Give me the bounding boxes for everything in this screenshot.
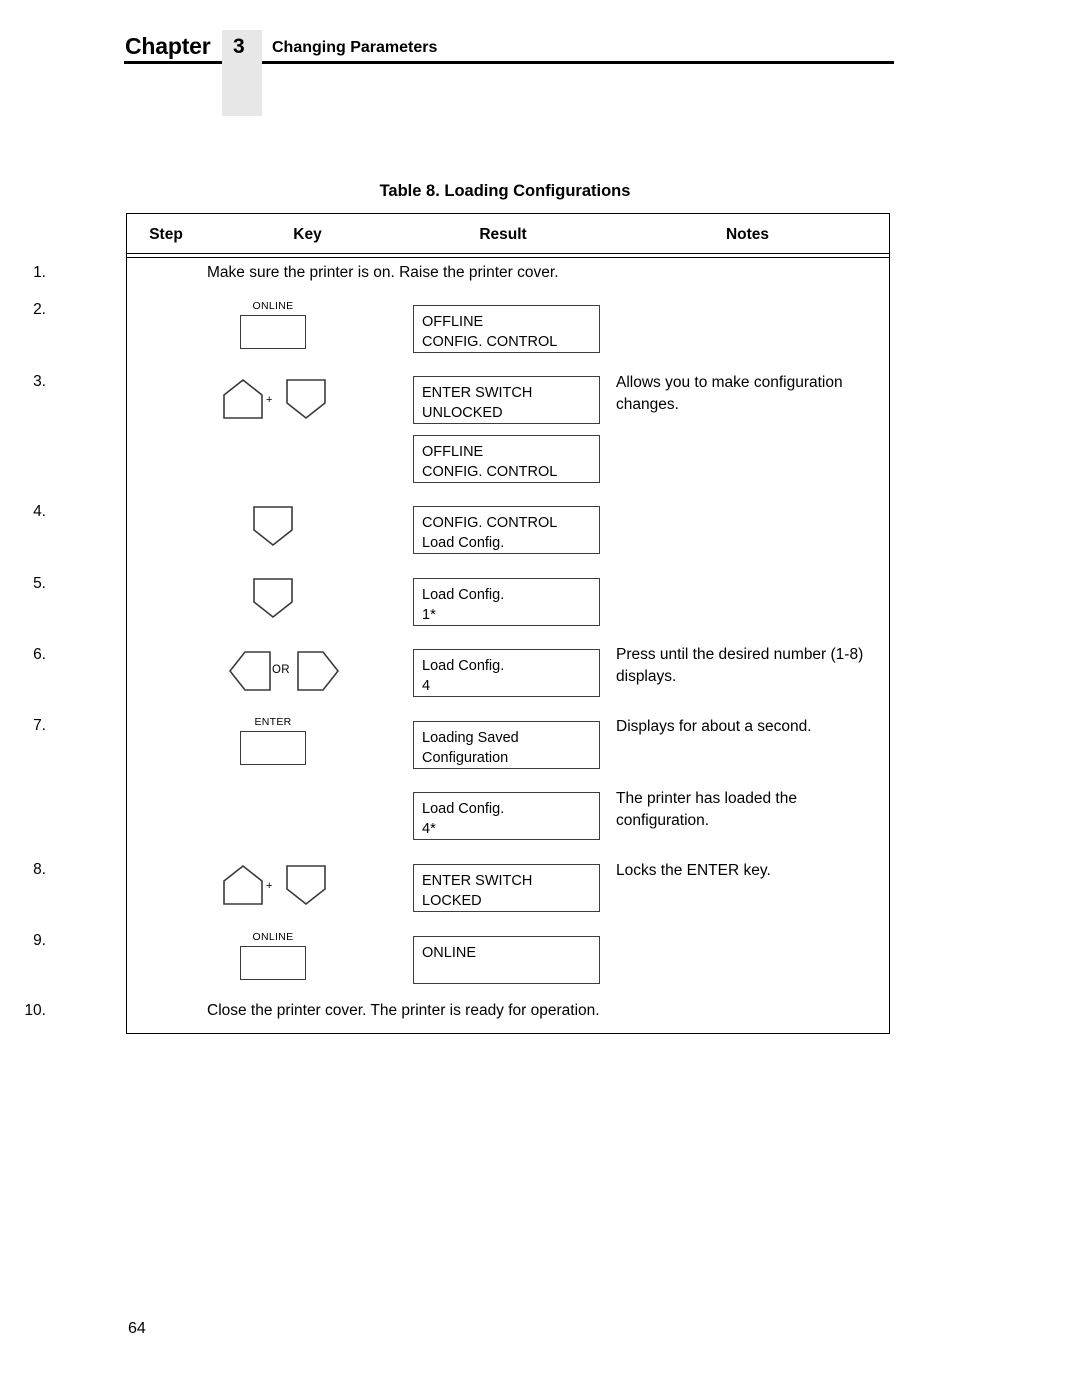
step-fulltext: Close the printer cover. The printer is … (207, 1002, 600, 1019)
result-display: ENTER SWITCH LOCKED (413, 864, 600, 912)
step-number: 2. (33, 301, 46, 318)
result-line: Load Config. (422, 658, 505, 674)
result-display: OFFLINE CONFIG. CONTROL (413, 435, 600, 483)
column-header-step: Step (149, 226, 183, 243)
result-line: ENTER SWITCH (422, 873, 533, 889)
result-line: ENTER SWITCH (422, 385, 533, 401)
chapter-subject: Changing Parameters (272, 39, 438, 56)
result-line: Loading Saved (422, 730, 519, 746)
step-number: 5. (33, 575, 46, 592)
result-display: OFFLINE CONFIG. CONTROL (413, 305, 600, 353)
page-number: 64 (128, 1320, 146, 1337)
step-number: 3. (33, 373, 46, 390)
column-header-notes: Notes (725, 226, 770, 243)
step-number: 6. (33, 646, 46, 663)
header-rule-left (124, 61, 222, 64)
up-arrow-key[interactable] (222, 864, 264, 906)
result-display: ONLINE (413, 936, 600, 984)
step-number: 7. (33, 717, 46, 734)
result-line: CONFIG. CONTROL (422, 333, 558, 350)
plus-sign: + (266, 394, 273, 406)
result-display: Loading Saved Configuration (413, 721, 600, 769)
chapter-word: Chapter (125, 33, 211, 59)
step-number: 4. (33, 503, 46, 520)
step-fulltext: Make sure the printer is on. Raise the p… (207, 264, 559, 281)
result-line: OFFLINE (422, 314, 484, 330)
result-line: 1* (422, 606, 436, 623)
result-line: Load Config. (422, 801, 505, 817)
online-key-button[interactable] (240, 315, 306, 349)
step-number: 1. (33, 264, 46, 281)
step-number: 9. (33, 932, 46, 949)
right-arrow-key[interactable] (296, 650, 340, 692)
result-line: 4* (422, 820, 436, 837)
left-arrow-key[interactable] (228, 650, 272, 692)
enter-key-label: ENTER (254, 716, 292, 728)
result-display: Load Config. 1* (413, 578, 600, 626)
result-line: Load Config. (422, 587, 505, 603)
result-line: Load Config. (422, 534, 505, 551)
step-number: 8. (33, 861, 46, 878)
enter-key-button[interactable] (240, 731, 306, 765)
header-rule-right (262, 61, 894, 64)
note-text: Allows you to make configuration changes… (616, 374, 843, 413)
table-header-rule-lower (126, 257, 890, 259)
note-text: Displays for about a second. (616, 718, 812, 735)
plus-sign: + (266, 880, 273, 892)
column-header-result: Result (479, 226, 527, 243)
down-arrow-key[interactable] (285, 378, 327, 420)
result-line: UNLOCKED (422, 404, 503, 421)
column-header-key: Key (293, 226, 322, 243)
result-line: ONLINE (422, 945, 476, 961)
down-arrow-key[interactable] (285, 864, 327, 906)
result-display: CONFIG. CONTROL Load Config. (413, 506, 600, 554)
result-line: OFFLINE (422, 444, 484, 460)
down-arrow-key[interactable] (252, 505, 294, 547)
result-display: ENTER SWITCH UNLOCKED (413, 376, 600, 424)
table-title: Table 8. Loading Configurations (379, 182, 631, 200)
chapter-number: 3 (233, 35, 245, 58)
note-text: Locks the ENTER key. (616, 862, 771, 879)
result-line: CONFIG. CONTROL (422, 515, 558, 531)
result-display: Load Config. 4* (413, 792, 600, 840)
table-header-rule-upper (126, 253, 890, 255)
online-key-button[interactable] (240, 946, 306, 980)
down-arrow-key[interactable] (252, 577, 294, 619)
online-key-label: ONLINE (252, 931, 294, 943)
result-line: Configuration (422, 749, 509, 766)
up-arrow-key[interactable] (222, 378, 264, 420)
result-line: LOCKED (422, 892, 482, 909)
online-key-label: ONLINE (252, 300, 294, 312)
or-separator: OR (272, 664, 290, 676)
note-text: Press until the desired number (1-8) dis… (616, 646, 864, 685)
result-display: Load Config. 4 (413, 649, 600, 697)
step-number: 10. (24, 1002, 46, 1019)
note-text: The printer has loaded the configuration… (616, 790, 797, 829)
page-header: Chapter 3 Changing Parameters (0, 0, 1080, 130)
result-line: 4 (422, 677, 431, 694)
result-line: CONFIG. CONTROL (422, 463, 558, 480)
